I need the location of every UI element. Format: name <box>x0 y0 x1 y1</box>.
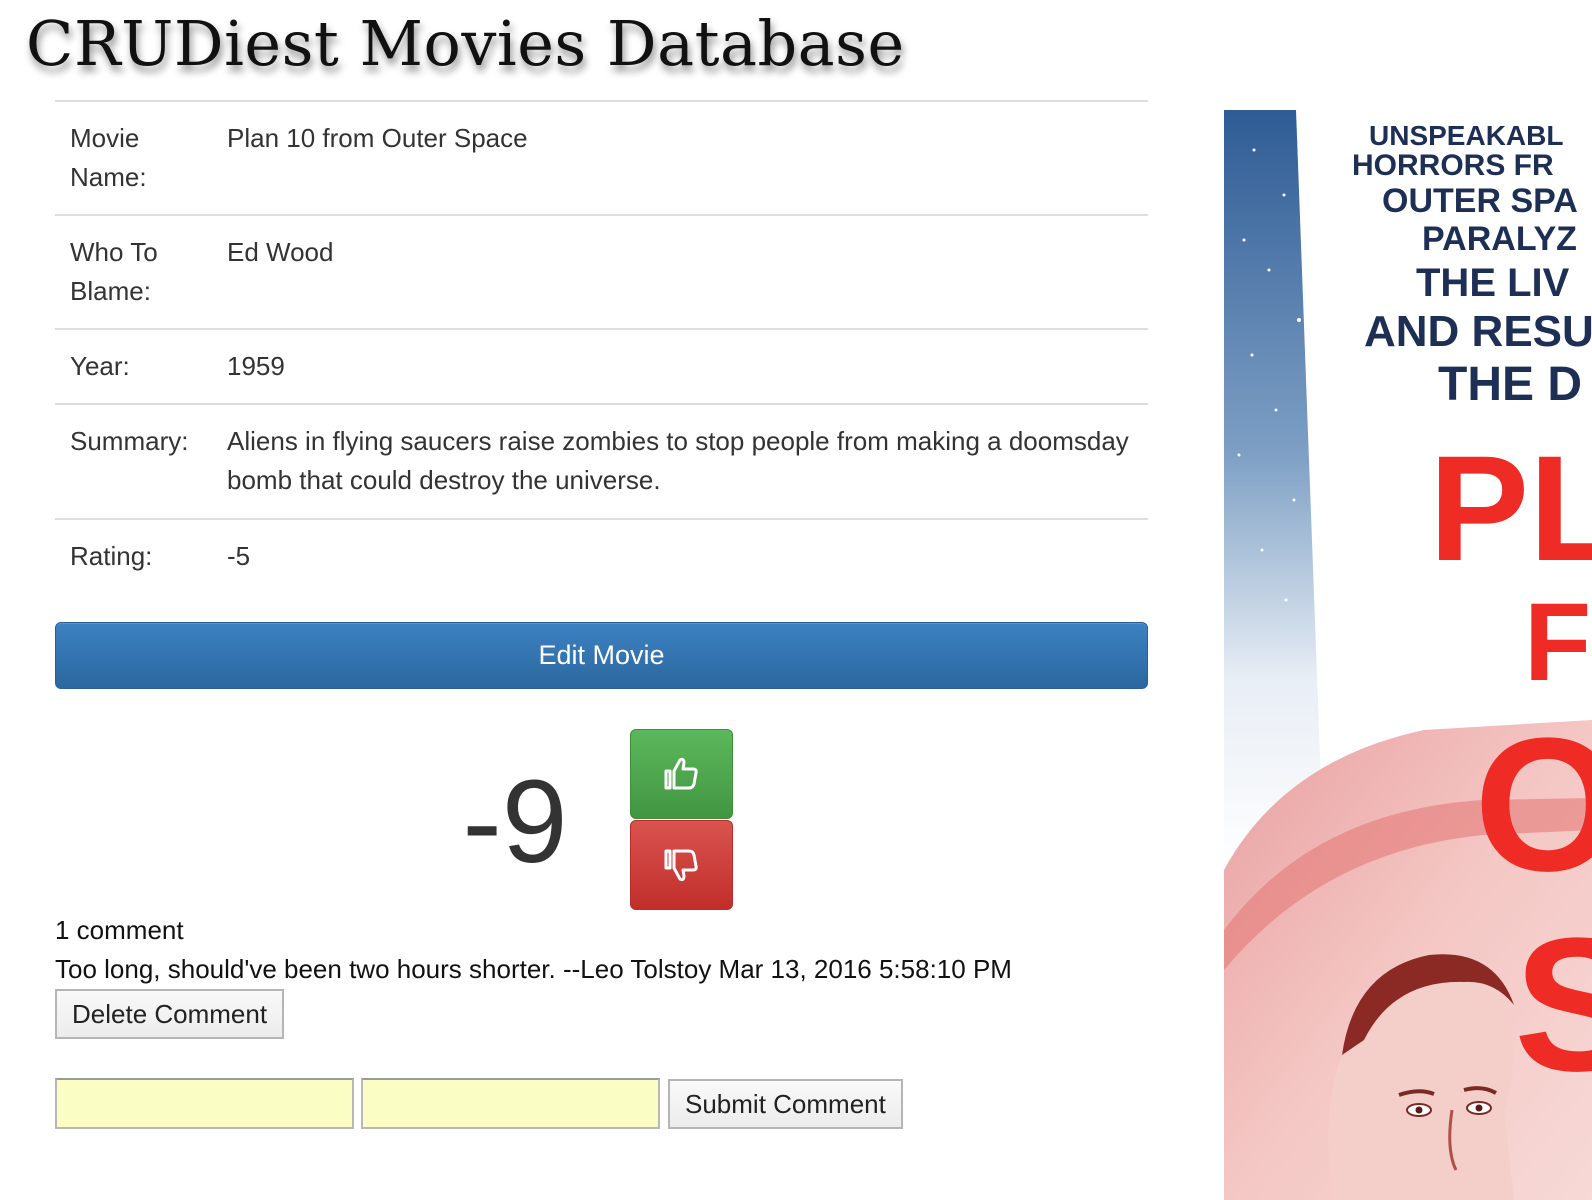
table-row: Movie Name: Plan 10 from Outer Space <box>55 100 1148 215</box>
table-row: Rating: -5 <box>55 518 1148 593</box>
summary-label: Summary: <box>55 403 212 519</box>
movie-poster: UNSPEAKABL HORRORS FR OUTER SPA PARALYZ … <box>1224 110 1592 1200</box>
comment-text: Too long, should've been two hours short… <box>55 954 1012 984</box>
rating-label: Rating: <box>55 518 212 593</box>
poster-tagline-line-6: AND RESU <box>1364 307 1592 356</box>
table-row: Who To Blame: Ed Wood <box>55 214 1148 329</box>
table-row: Summary: Aliens in flying saucers raise … <box>55 403 1148 519</box>
comment-body-input[interactable] <box>361 1078 660 1129</box>
thumbs-up-icon <box>664 757 698 790</box>
who-to-blame-value: Ed Wood <box>212 214 1148 329</box>
comment-count: 1 comment <box>55 915 184 945</box>
movie-details-table: Movie Name: Plan 10 from Outer Space Who… <box>55 100 1148 593</box>
movie-name-value: Plan 10 from Outer Space <box>212 100 1148 215</box>
upvote-button[interactable] <box>630 729 733 819</box>
delete-comment-button[interactable]: Delete Comment <box>55 989 285 1039</box>
rating-value: -5 <box>212 518 1148 593</box>
who-to-blame-label: Who To Blame: <box>55 214 212 329</box>
poster-tagline-line-2: HORRORS FR <box>1352 149 1554 182</box>
thumbs-down-icon <box>664 849 698 882</box>
poster-title-fragment-3: O <box>1474 699 1592 911</box>
downvote-button[interactable] <box>630 820 733 910</box>
year-value: 1959 <box>212 328 1148 404</box>
poster-title-fragment-4: S <box>1514 899 1592 1111</box>
poster-tagline-line-4: PARALYZ <box>1422 220 1577 258</box>
poster-tagline-line-5: THE LIV <box>1416 261 1570 305</box>
table-row: Year: 1959 <box>55 328 1148 404</box>
comment-author-input[interactable] <box>55 1078 354 1129</box>
poster-artwork: UNSPEAKABL HORRORS FR OUTER SPA PARALYZ … <box>1224 110 1592 1200</box>
summary-value: Aliens in flying saucers raise zombies t… <box>212 403 1148 519</box>
poster-title-fragment-1: PLA <box>1429 424 1592 592</box>
year-label: Year: <box>55 328 212 404</box>
poster-tagline-line-1: UNSPEAKABL <box>1369 120 1563 151</box>
edit-movie-button[interactable]: Edit Movie <box>55 622 1148 689</box>
poster-title-fragment-2: FR <box>1524 581 1592 704</box>
movie-name-label: Movie Name: <box>55 100 212 215</box>
poster-tagline-line-7: THE D <box>1438 358 1582 411</box>
submit-comment-button[interactable]: Submit Comment <box>668 1079 903 1129</box>
poster-tagline-line-3: OUTER SPA <box>1382 182 1578 220</box>
vote-score: -9 <box>462 756 568 888</box>
app-title: CRUDiest Movies Database <box>26 7 905 80</box>
